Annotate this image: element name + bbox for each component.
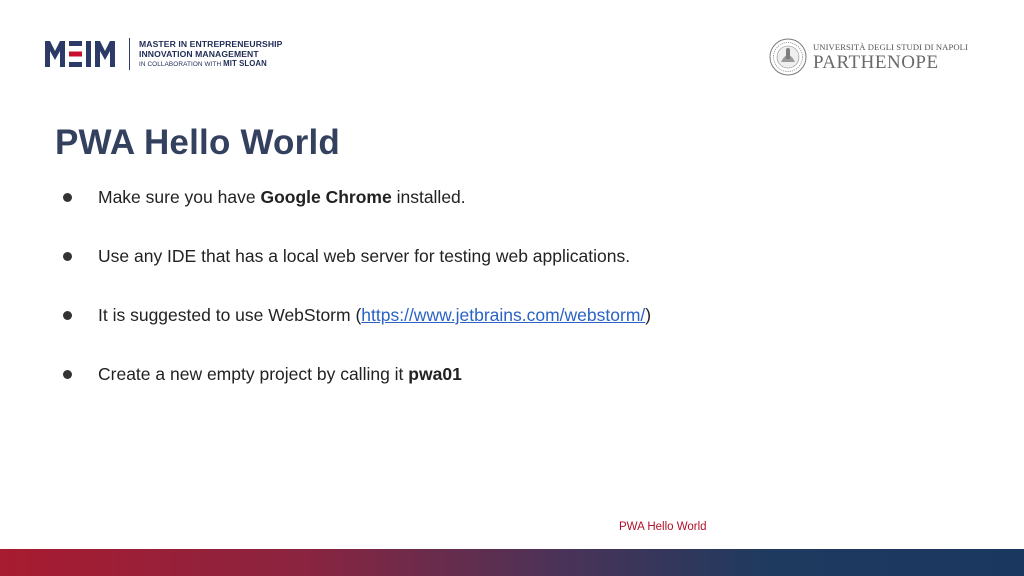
meim-line-3: IN COLLABORATION WITH MIT SLOAN (139, 58, 267, 68)
bullet-dot-icon (63, 193, 72, 202)
bullet-dot-icon (63, 252, 72, 261)
meim-logo-mark (45, 41, 115, 67)
university-name-main: PARTHENOPE (812, 51, 939, 73)
footer-label: PWA Hello World (619, 521, 707, 533)
parthenope-logo: UNIVERSITÀ DEGLI STUDI DI NAPOLI PARTHEN… (769, 37, 968, 77)
parthenope-text: UNIVERSITÀ DEGLI STUDI DI NAPOLI PARTHEN… (813, 42, 968, 73)
bullet-item-webstorm: It is suggested to use WebStorm (https:/… (57, 303, 651, 328)
bullet-dot-icon (63, 370, 72, 379)
university-seal-icon (769, 38, 807, 76)
bullet-text: It is suggested to use WebStorm (https:/… (98, 305, 652, 325)
bullet-list: Make sure you have Google Chrome install… (57, 185, 651, 421)
meim-line-1: MASTER IN ENTREPRENEURSHIP (139, 38, 283, 49)
bullet-dot-icon (63, 311, 72, 320)
bullet-item-chrome: Make sure you have Google Chrome install… (57, 185, 651, 210)
bullet-item-ide: Use any IDE that has a local web server … (57, 244, 651, 269)
university-name-top: UNIVERSITÀ DEGLI STUDI DI NAPOLI (812, 41, 968, 52)
meim-line-2: INNOVATION MANAGEMENT (139, 48, 259, 59)
bullet-text: Make sure you have Google Chrome install… (98, 187, 466, 207)
bottom-gradient-bar (0, 549, 1024, 576)
slide-title: PWA Hello World (55, 123, 340, 162)
logo-divider (129, 38, 130, 70)
webstorm-link[interactable]: https://www.jetbrains.com/webstorm/ (361, 305, 645, 325)
meim-logo-text: MASTER IN ENTREPRENEURSHIP INNOVATION MA… (139, 39, 282, 70)
meim-logo: MASTER IN ENTREPRENEURSHIP INNOVATION MA… (45, 37, 282, 71)
bullet-text: Use any IDE that has a local web server … (98, 246, 631, 266)
bullet-text: Create a new empty project by calling it… (98, 364, 462, 384)
bullet-item-project: Create a new empty project by calling it… (57, 362, 651, 387)
